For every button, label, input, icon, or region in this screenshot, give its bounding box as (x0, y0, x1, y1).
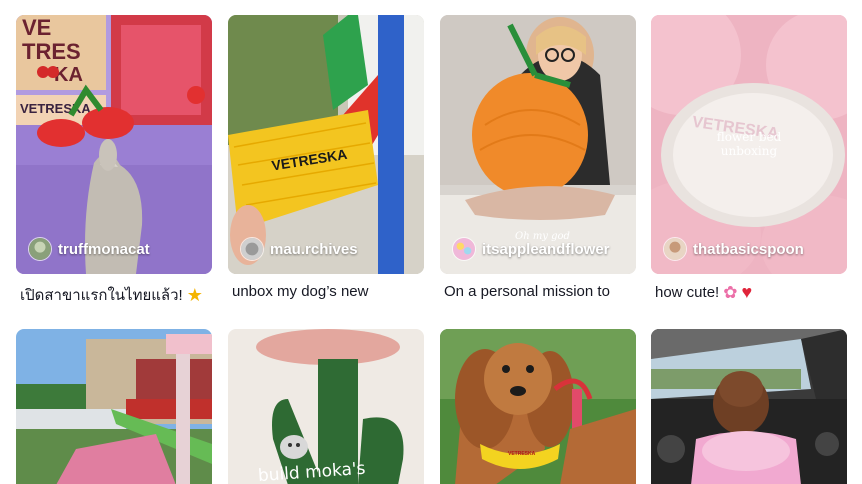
video-author[interactable]: itsappleandflower (452, 237, 610, 261)
video-thumbnail[interactable]: Oh my god itsappleandflower (440, 15, 636, 274)
svg-text:KA: KA (54, 64, 83, 86)
star-icon: ★ (186, 285, 203, 305)
video-caption-row[interactable]: เปิดสาขาแรกในไทยแล้ว! ★ (20, 283, 216, 307)
author-username: itsappleandflower (482, 240, 610, 258)
video-caption: how cute! (655, 283, 720, 301)
thumbnail-image (16, 329, 212, 484)
flower-icon: ✿ (723, 283, 738, 301)
video-caption-row[interactable]: unbox my dog’s new (232, 283, 428, 300)
video-card[interactable]: build moka's (228, 329, 424, 484)
avatar (240, 237, 264, 261)
video-caption-row[interactable]: On a personal mission to (444, 283, 640, 300)
video-thumbnail[interactable]: build moka's (228, 329, 424, 484)
video-author[interactable]: thatbasicspoon (663, 237, 804, 261)
video-caption-row[interactable]: how cute! ✿ ♥ (655, 283, 851, 301)
thumbnail-image: Oh my god (440, 15, 636, 274)
video-thumbnail[interactable]: VETRESKA mau.rchives (228, 15, 424, 274)
thumbnail-sign-text: VE (22, 15, 51, 40)
thumbnail-image (651, 329, 847, 484)
video-card[interactable]: VETRESKA (440, 329, 636, 484)
video-caption: เปิดสาขาแรกในไทยแล้ว! (20, 287, 183, 304)
thumbnail-overlay-text: flower bed unboxing (716, 130, 782, 158)
video-author[interactable]: mau.rchives (240, 237, 358, 261)
video-thumbnail[interactable] (651, 329, 847, 484)
svg-text:TRES: TRES (22, 39, 81, 64)
author-username: mau.rchives (270, 240, 358, 258)
video-author[interactable]: truffmonacat (28, 237, 150, 261)
thumbnail-image: VE TRES KA VETRESKA (16, 15, 212, 274)
video-thumbnail[interactable]: VE TRES KA VETRESKA truffmonacat (16, 15, 212, 274)
video-thumbnail[interactable] (16, 329, 212, 484)
thumbnail-image: build moka's (228, 329, 424, 484)
thumbnail-collar-text: VETRESKA (508, 451, 536, 457)
avatar (452, 237, 476, 261)
video-card[interactable] (16, 329, 212, 484)
thumbnail-image: VETRESKA (228, 15, 424, 274)
video-card[interactable]: VETRESKA flower bed unboxing thatbasicsp… (651, 15, 847, 301)
video-card[interactable]: Oh my god itsappleandflower On a persona… (440, 15, 636, 300)
video-card[interactable]: VE TRES KA VETRESKA truffmonacat เปิดสาข… (16, 15, 212, 304)
video-caption: On a personal mission to (444, 283, 610, 300)
video-caption: unbox my dog’s new (232, 283, 369, 300)
video-card[interactable] (651, 329, 847, 484)
avatar (663, 237, 687, 261)
thumbnail-image: VETRESKA (440, 329, 636, 484)
author-username: truffmonacat (58, 240, 150, 258)
avatar (28, 237, 52, 261)
video-card[interactable]: VETRESKA mau.rchives unbox my dog’s new (228, 15, 424, 300)
author-username: thatbasicspoon (693, 240, 804, 258)
video-thumbnail[interactable]: VETRESKA flower bed unboxing thatbasicsp… (651, 15, 847, 274)
video-thumbnail[interactable]: VETRESKA (440, 329, 636, 484)
heart-icon: ♥ (741, 283, 753, 301)
